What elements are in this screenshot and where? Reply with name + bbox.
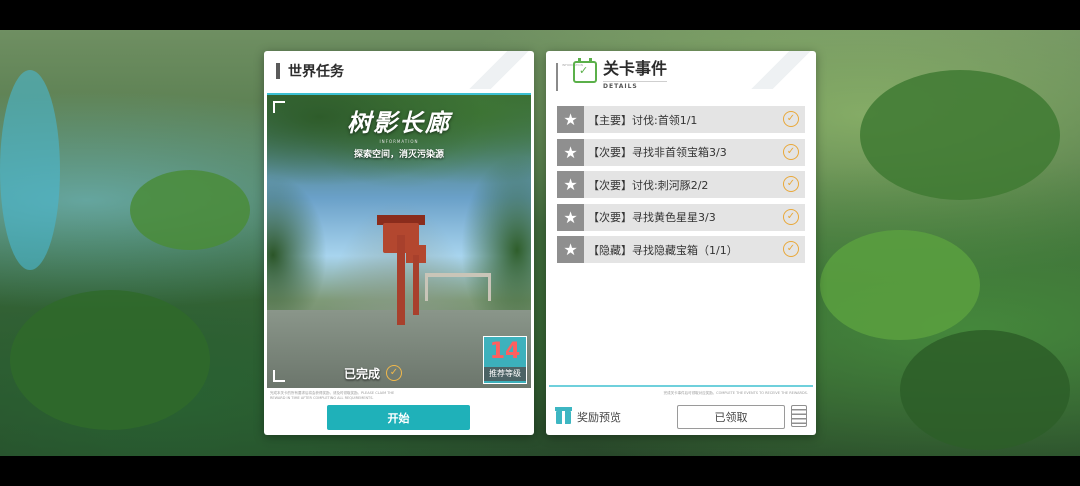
- world-mission-panel: 世界任务 树影长廊 INFORMATION 探索空间，消灭污染源 已完成 ✓ 1…: [264, 51, 534, 435]
- event-row-1: ★ 【次要】寻找非首领宝箱3/3 ✓: [557, 138, 805, 166]
- reward-preview-button[interactable]: 奖励预览: [555, 406, 621, 425]
- calendar-check-icon: ✓: [573, 58, 597, 83]
- star-icon: ★: [557, 236, 584, 263]
- completion-status: 已完成 ✓: [267, 362, 479, 384]
- stage-name: 树影长廊: [347, 108, 451, 137]
- event-row-3: ★ 【次要】寻找黄色星星3/3 ✓: [557, 203, 805, 231]
- lantern-small-post: [413, 255, 419, 315]
- event-text: 【隐藏】寻找隐藏宝箱（1/1）: [588, 243, 738, 257]
- stage-description: 探索空间，消灭污染源: [353, 150, 444, 160]
- star-icon: ★: [557, 171, 584, 198]
- panel-corner-decoration: [464, 51, 534, 89]
- event-text: 【次要】讨伐:刺河豚2/2: [588, 178, 709, 192]
- reward-preview-label: 奖励预览: [577, 411, 621, 424]
- event-row-0: ★ 【主要】讨伐:首领1/1 ✓: [557, 106, 805, 133]
- lantern-post: [397, 235, 405, 325]
- panel-corner-decoration: [746, 51, 816, 89]
- stage-events-subtitle: DETAILS: [603, 81, 668, 90]
- stage-preview-image: 树影长廊 INFORMATION 探索空间，消灭污染源 已完成 ✓ 14 推荐等…: [267, 93, 531, 388]
- world-mission-title: 世界任务: [288, 64, 344, 80]
- pavilion: [425, 273, 491, 301]
- mission-fine-print: 完成本关卡的所有要求后将会获得奖励，请及时领取奖励。PLEASE CLAIM T…: [270, 391, 395, 400]
- claimed-button[interactable]: 已领取: [677, 405, 785, 429]
- check-icon: ✓: [783, 176, 799, 192]
- recommended-level-label: 推荐等级: [484, 367, 526, 381]
- check-icon: ✓: [386, 365, 402, 381]
- stage-events-title: 关卡事件: [603, 59, 668, 78]
- title-accent-bar: [276, 63, 280, 79]
- star-icon: ★: [557, 106, 584, 133]
- stage-events-panel: INFORMATION ✓ 关卡事件 DETAILS ★ 【主要】讨伐:首领1/…: [546, 51, 816, 435]
- check-icon: ✓: [783, 208, 799, 225]
- footer-divider: [549, 385, 813, 387]
- event-list: ★ 【主要】讨伐:首领1/1 ✓ ★ 【次要】寻找非首领宝箱3/3 ✓ ★ 【次…: [557, 106, 805, 269]
- header-accent-line: [556, 63, 558, 91]
- star-icon: ★: [557, 138, 584, 166]
- event-row-4: ★ 【隐藏】寻找隐藏宝箱（1/1） ✓: [557, 236, 805, 263]
- info-label: INFORMATION: [379, 139, 419, 144]
- world-mission-header: 世界任务: [276, 61, 344, 81]
- stage-events-title-group: 关卡事件 DETAILS: [603, 59, 668, 90]
- event-row-2: ★ 【次要】讨伐:刺河豚2/2 ✓: [557, 171, 805, 198]
- recommended-level-badge: 14 推荐等级: [483, 336, 527, 384]
- star-icon: ★: [557, 203, 584, 231]
- game-background-scene: [0, 30, 1080, 456]
- side-label: INFORMATION: [562, 63, 584, 67]
- events-fine-print: 完成关卡事件后可领取对应奖励。COMPLETE THE EVENTS TO RE…: [663, 391, 808, 395]
- check-icon: ✓: [783, 241, 799, 257]
- event-text: 【次要】寻找黄色星星3/3: [588, 211, 716, 224]
- stage-events-header: INFORMATION ✓ 关卡事件 DETAILS: [556, 58, 668, 91]
- completion-status-text: 已完成: [343, 366, 380, 381]
- event-text: 【次要】寻找非首领宝箱3/3: [588, 146, 727, 159]
- event-text: 【主要】讨伐:首领1/1: [588, 113, 698, 127]
- recommended-level-value: 14: [489, 339, 521, 364]
- check-icon: ✓: [783, 143, 799, 160]
- check-icon: ✓: [783, 111, 799, 127]
- gift-icon: [555, 406, 572, 424]
- list-icon[interactable]: [791, 405, 807, 427]
- start-button[interactable]: 开始: [327, 405, 470, 430]
